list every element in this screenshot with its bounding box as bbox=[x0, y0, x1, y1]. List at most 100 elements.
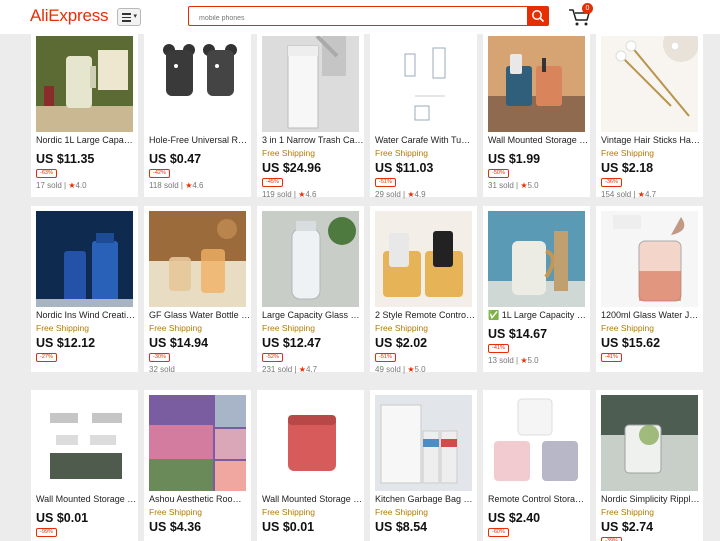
sales-rating: 49 sold | ★5.0 bbox=[375, 365, 426, 374]
free-shipping-label: Free Shipping bbox=[375, 323, 428, 333]
star-icon: ★ bbox=[407, 190, 415, 199]
free-shipping-label: Free Shipping bbox=[149, 507, 202, 517]
product-price: US $8.54 bbox=[375, 520, 428, 534]
product-card[interactable]: Kitchen Garbage Bag … Free Shipping US $8.… bbox=[370, 390, 477, 541]
product-title[interactable]: ✅ 1L Large Capacity … bbox=[488, 310, 590, 321]
product-title-text: Hole-Free Universal Re… bbox=[149, 135, 251, 145]
product-image[interactable] bbox=[149, 211, 246, 307]
product-card[interactable]: Water Carafe With Tu… Free Shipping US $11… bbox=[370, 31, 477, 199]
product-card[interactable]: Remote Control Stora… US $2.40 -60% bbox=[483, 390, 590, 541]
free-shipping-label: Free Shipping bbox=[262, 148, 315, 158]
search-button[interactable] bbox=[527, 6, 549, 26]
product-image[interactable] bbox=[36, 36, 133, 132]
star-icon: ★ bbox=[520, 356, 528, 365]
product-title-text: Nordic 1L Large Capa… bbox=[36, 135, 133, 145]
sold-count: 29 sold bbox=[375, 190, 401, 199]
product-title-text: 1L Large Capacity … bbox=[501, 310, 586, 320]
free-shipping-label: Free Shipping bbox=[375, 507, 428, 517]
product-price: US $2.74 bbox=[601, 520, 654, 534]
product-title[interactable]: Nordic Ins Wind Creati… bbox=[36, 310, 138, 320]
product-card[interactable]: 2 Style Remote Contro… Free Shipping US $2… bbox=[370, 206, 477, 374]
sold-count: 31 sold bbox=[488, 181, 514, 190]
free-shipping-label: Free Shipping bbox=[262, 507, 315, 517]
discount-badge: -41% bbox=[488, 344, 509, 353]
product-image[interactable] bbox=[601, 36, 698, 132]
product-image[interactable] bbox=[149, 395, 246, 491]
product-title[interactable]: Kitchen Garbage Bag … bbox=[375, 494, 477, 504]
search-input[interactable] bbox=[188, 6, 527, 26]
discount-badge: -99% bbox=[36, 528, 57, 537]
discount-badge: -36% bbox=[601, 178, 622, 187]
hamburger-icon bbox=[122, 13, 131, 22]
product-card[interactable]: Wall Mounted Storage … Free Shipping US $0… bbox=[257, 390, 364, 541]
product-title[interactable]: 1200ml Glass Water J… bbox=[601, 310, 703, 320]
product-card[interactable]: Large Capacity Glass … Free Shipping US $1… bbox=[257, 206, 364, 374]
product-card[interactable]: Ashou Aesthetic Roo… Free Shipping US $4.3… bbox=[144, 390, 251, 541]
product-price: US $14.67 bbox=[488, 327, 548, 341]
product-card[interactable]: Nordic 1L Large Capa… US $11.35 -63% 17 sol… bbox=[31, 31, 138, 197]
product-title-text: GF Glass Water Bottle … bbox=[149, 310, 251, 320]
top-header: AliExpress ▾ 0 bbox=[0, 0, 720, 34]
discount-badge: -50% bbox=[488, 169, 509, 178]
product-card[interactable]: Wall Mounted Storage … US $1.99 -50% 31 sol… bbox=[483, 31, 590, 197]
product-title[interactable]: Wall Mounted Storage … bbox=[262, 494, 364, 504]
product-card[interactable]: GF Glass Water Bottle … Free Shipping US $… bbox=[144, 206, 251, 374]
product-image[interactable] bbox=[488, 211, 585, 307]
product-card[interactable]: Nordic Ins Wind Creati… Free Shipping US $… bbox=[31, 206, 138, 372]
product-title[interactable]: Remote Control Stora… bbox=[488, 494, 590, 504]
product-image[interactable] bbox=[375, 395, 472, 491]
product-title[interactable]: Vintage Hair Sticks Ha… bbox=[601, 135, 703, 145]
category-menu-button[interactable]: ▾ bbox=[117, 8, 141, 26]
search-icon bbox=[532, 10, 544, 22]
product-image[interactable] bbox=[601, 395, 698, 491]
product-image[interactable] bbox=[375, 36, 472, 132]
product-title[interactable]: Wall Mounted Storage … bbox=[36, 494, 138, 504]
product-image[interactable] bbox=[262, 211, 359, 307]
product-image[interactable] bbox=[488, 36, 585, 132]
sales-rating: 17 sold | ★4.0 bbox=[36, 181, 87, 190]
aliexpress-logo[interactable]: AliExpress bbox=[30, 6, 109, 26]
product-title[interactable]: Wall Mounted Storage … bbox=[488, 135, 590, 145]
product-card[interactable]: Wall Mounted Storage … US $0.01 -99% bbox=[31, 390, 138, 541]
sales-rating: 13 sold | ★5.0 bbox=[488, 356, 539, 365]
product-image[interactable] bbox=[488, 395, 585, 491]
product-title-text: Ashou Aesthetic Roo… bbox=[149, 494, 242, 504]
product-title[interactable]: Hole-Free Universal Re… bbox=[149, 135, 251, 145]
product-image[interactable] bbox=[262, 36, 359, 132]
sold-count: 49 sold bbox=[375, 365, 401, 374]
product-title[interactable]: Large Capacity Glass … bbox=[262, 310, 364, 320]
product-image[interactable] bbox=[149, 36, 246, 132]
product-title[interactable]: Water Carafe With Tu… bbox=[375, 135, 477, 145]
product-price: US $11.03 bbox=[375, 161, 434, 175]
product-title-text: Large Capacity Glass … bbox=[262, 310, 360, 320]
product-title[interactable]: 3 in 1 Narrow Trash Ca… bbox=[262, 135, 364, 145]
product-title-text: Remote Control Stora… bbox=[488, 494, 585, 504]
product-image[interactable] bbox=[375, 211, 472, 307]
rating-value: 4.6 bbox=[192, 181, 204, 190]
product-card[interactable]: Vintage Hair Sticks Ha… Free Shipping US $… bbox=[596, 31, 703, 199]
product-card[interactable]: ✅ 1L Large Capacity … US $14.67 -41% 13 sol… bbox=[483, 206, 590, 372]
rating-value: 4.6 bbox=[305, 190, 317, 199]
product-image[interactable] bbox=[601, 211, 698, 307]
product-image[interactable] bbox=[36, 211, 133, 307]
product-title[interactable]: 2 Style Remote Contro… bbox=[375, 310, 477, 320]
product-title-text: Vintage Hair Sticks Ha… bbox=[601, 135, 700, 145]
product-card[interactable]: 3 in 1 Narrow Trash Ca… Free Shipping US $… bbox=[257, 31, 364, 199]
free-shipping-label: Free Shipping bbox=[149, 323, 202, 333]
product-title[interactable]: GF Glass Water Bottle … bbox=[149, 310, 251, 320]
product-price: US $2.18 bbox=[601, 161, 654, 175]
product-card[interactable]: 1200ml Glass Water J… Free Shipping US $15… bbox=[596, 206, 703, 372]
rating-value: 5.0 bbox=[527, 356, 539, 365]
discount-badge: -41% bbox=[601, 353, 622, 362]
product-title[interactable]: Ashou Aesthetic Roo… bbox=[149, 494, 251, 504]
product-price: US $0.01 bbox=[262, 520, 315, 534]
product-title[interactable]: Nordic Simplicity Rippl… bbox=[601, 494, 703, 504]
product-image[interactable] bbox=[262, 395, 359, 491]
product-card[interactable]: Hole-Free Universal Re… US $0.47 -42% 118 s… bbox=[144, 31, 251, 197]
product-price: US $4.36 bbox=[149, 520, 202, 534]
product-price: US $14.94 bbox=[149, 336, 209, 350]
product-card[interactable]: Nordic Simplicity Rippl… Free Shipping US … bbox=[596, 390, 703, 541]
product-image[interactable] bbox=[36, 395, 133, 491]
product-price: US $2.40 bbox=[488, 511, 541, 525]
product-title[interactable]: Nordic 1L Large Capa… bbox=[36, 135, 138, 145]
